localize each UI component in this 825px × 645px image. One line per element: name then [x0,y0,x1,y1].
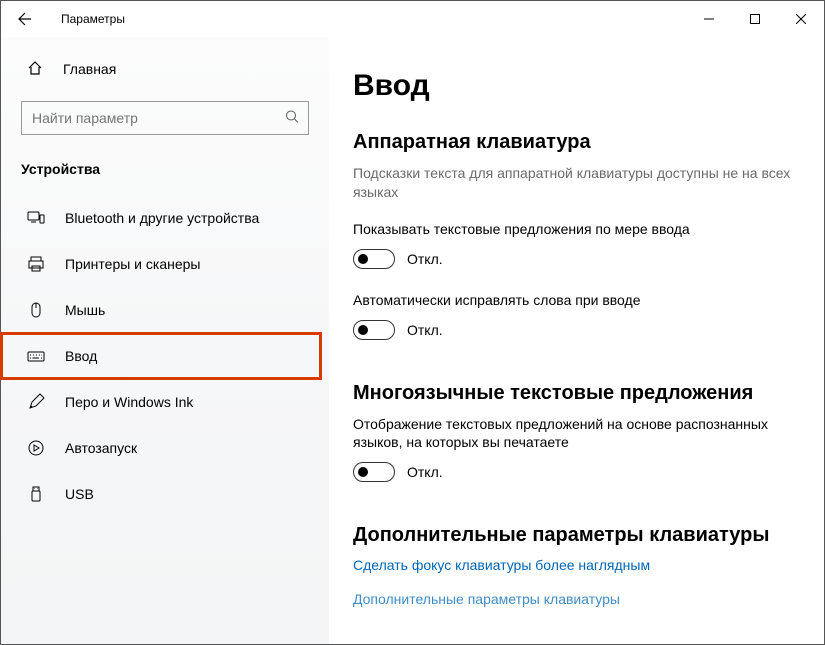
search-icon [285,110,299,127]
home-label: Главная [63,61,116,77]
mouse-icon [27,301,45,319]
sidebar-item-label: Принтеры и сканеры [65,256,200,272]
sidebar-item-mouse[interactable]: Мышь [1,287,329,333]
close-button[interactable] [778,3,824,35]
back-button[interactable] [9,3,41,35]
category-header: Устройства [1,153,329,195]
home-icon [27,60,43,79]
minimize-button[interactable] [686,3,732,35]
multilang-heading: Многоязычные текстовые предложения [353,382,800,405]
hw-suggestions-label: Показывать текстовые предложения по мере… [353,220,800,239]
maximize-icon [750,14,760,24]
hw-autocorrect-toggle-row: Откл. [353,320,800,340]
sidebar-item-label: Автозапуск [65,440,137,456]
sidebar-item-bluetooth[interactable]: Bluetooth и другие устройства [1,195,329,241]
autoplay-icon [27,439,45,457]
hw-suggestions-toggle[interactable] [353,249,395,269]
minimize-icon [704,14,714,24]
hw-autocorrect-label: Автоматически исправлять слова при вводе [353,291,800,310]
sidebar-item-label: Ввод [65,348,97,364]
search-input[interactable] [21,101,309,135]
multilang-desc: Отображение текстовых предложений на осн… [353,415,800,453]
sidebar: Главная Устройства Bluetooth и другие ус… [1,37,329,644]
hw-keyboard-heading: Аппаратная клавиатура [353,131,800,154]
multilang-state: Откл. [407,464,443,480]
sidebar-item-label: USB [65,486,94,502]
advanced-keyboard-link[interactable]: Дополнительные параметры клавиатуры [353,591,800,607]
titlebar: Параметры [1,1,824,37]
multilang-toggle-row: Откл. [353,462,800,482]
page-title: Ввод [353,69,800,103]
sidebar-item-usb[interactable]: USB [1,471,329,517]
hw-autocorrect-toggle[interactable] [353,320,395,340]
sidebar-item-printers[interactable]: Принтеры и сканеры [1,241,329,287]
hw-autocorrect-state: Откл. [407,322,443,338]
main-panel: Ввод Аппаратная клавиатура Подсказки тек… [329,37,824,644]
search-wrap [21,101,309,135]
window-title: Параметры [61,12,125,26]
multilang-toggle[interactable] [353,462,395,482]
arrow-left-icon [17,11,33,27]
pen-icon [27,393,45,411]
hw-keyboard-desc: Подсказки текста для аппаратной клавиату… [353,164,800,202]
sidebar-item-pen[interactable]: Перо и Windows Ink [1,379,329,425]
hw-suggestions-toggle-row: Откл. [353,249,800,269]
advanced-heading: Дополнительные параметры клавиатуры [353,524,800,547]
content-area: Главная Устройства Bluetooth и другие ус… [1,37,824,644]
printer-icon [27,255,45,273]
maximize-button[interactable] [732,3,778,35]
window-controls [686,3,824,35]
sidebar-item-label: Bluetooth и другие устройства [65,210,259,226]
devices-icon [27,209,45,227]
sidebar-item-typing[interactable]: Ввод [1,333,321,379]
close-icon [796,14,806,24]
keyboard-icon [27,347,45,365]
sidebar-item-autoplay[interactable]: Автозапуск [1,425,329,471]
home-nav[interactable]: Главная [1,49,329,89]
keyboard-focus-link[interactable]: Сделать фокус клавиатуры более наглядным [353,557,800,573]
sidebar-item-label: Мышь [65,302,105,318]
usb-icon [27,485,45,503]
hw-suggestions-state: Откл. [407,251,443,267]
sidebar-item-label: Перо и Windows Ink [65,394,193,410]
